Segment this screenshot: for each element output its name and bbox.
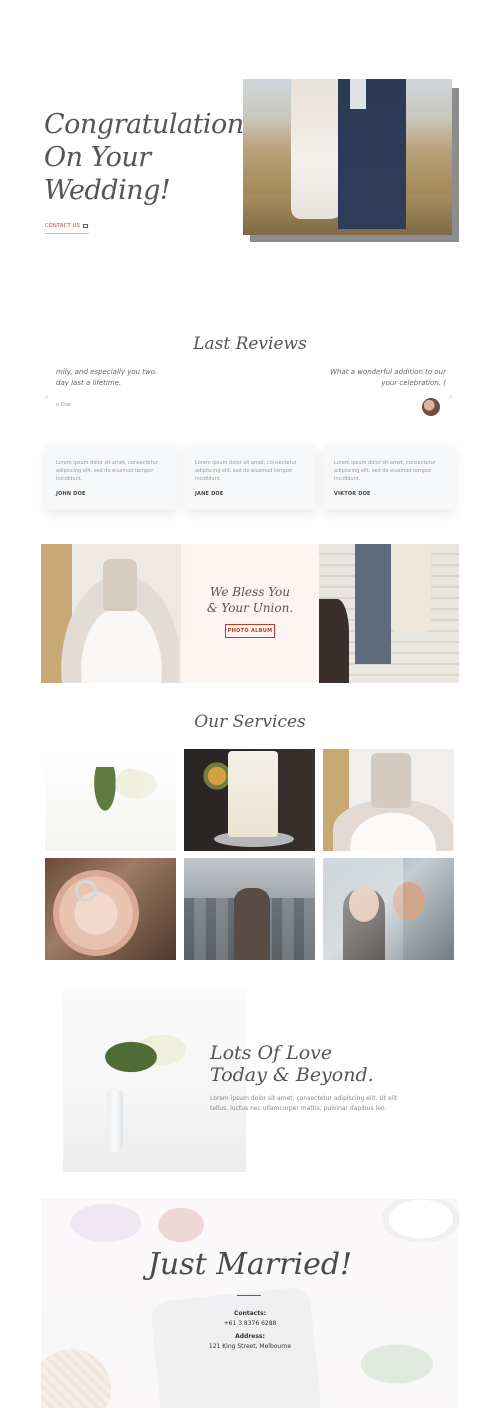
contact-us-button[interactable]: CONTACT US [45,218,89,234]
address-label: Address: [235,1333,265,1340]
service-tile-cake[interactable] [184,749,315,851]
love-title: Lots Of Love Today & Beyond. [210,1042,410,1086]
address-text: 121 King Street, Melbourne [208,1342,292,1350]
just-married-title: Just Married! [147,1247,353,1282]
review-card-name: JANE DOE [195,491,224,497]
review-card-text: Lorem ipsum dolor sit amet, consectetur … [195,460,297,482]
love-title-line: Lots Of Love [210,1042,333,1064]
review-card: Lorem ipsum dolor sit amet, consectetur … [185,445,316,510]
review-quote-right: What a wonderful addition to our your ce… [330,368,446,387]
review-card: Lorem ipsum dolor sit amet, consectetur … [324,445,455,510]
review-quote-left: mily, and especially you two. day last a… [56,368,158,387]
love-text: Lorem ipsum dolor sit amet, consectetur … [210,1095,398,1112]
review-name-left: n Doe [56,402,71,408]
just-married-section: Just Married! Contacts: +61 3 8376 6288 … [41,1199,459,1408]
review-card-text: Lorem ipsum dolor sit amet, consectetur … [334,460,436,482]
contact-info: Contacts: +61 3 8376 6288 Address: 121 K… [41,1309,459,1351]
bless-panel: We Bless You & Your Union. PHOTO ALBUM [181,544,319,683]
bless-title: We Bless You & Your Union. [181,584,319,616]
hero-title-line: Congratulations [44,109,258,140]
review-card-text: Lorem ipsum dolor sit amet, consectetur … [56,460,158,482]
service-tile-flowers[interactable] [45,749,176,851]
review-card: Lorem ipsum dolor sit amet, consectetur … [46,445,177,510]
photo-album-button[interactable]: PHOTO ALBUM [225,624,275,638]
hero-title-line: Wedding! [44,175,171,206]
phone-number[interactable]: +61 3 8376 6288 [41,1319,459,1329]
service-tile-dress[interactable] [323,749,454,851]
divider [237,1295,261,1296]
avatar [422,398,440,416]
chevron-left-icon[interactable]: ‹ [45,392,48,401]
bless-title-line: We Bless You [210,585,290,599]
bless-title-line: & Your Union. [206,601,294,615]
services-title: Our Services [194,712,306,732]
chevron-right-icon[interactable]: › [449,392,452,401]
hero-title-line: On Your [44,142,151,173]
service-tile-couple[interactable] [323,858,454,960]
bride-photo [41,544,181,683]
review-card-name: JOHN DOE [56,491,86,497]
love-title-line: Today & Beyond. [210,1064,374,1086]
service-tile-party[interactable] [184,858,315,960]
review-card-name: VIKTOR DOE [334,491,371,497]
mail-icon [83,223,89,228]
couple-steps-photo [319,544,459,683]
contacts-label: Contacts: [233,1310,267,1317]
reviews-title: Last Reviews [193,334,307,354]
contact-us-label: CONTACT US [45,222,81,229]
service-tile-rings[interactable] [45,858,176,960]
hero-title: Congratulations On Your Wedding! [44,108,258,207]
hero-photo-couple [243,79,452,235]
